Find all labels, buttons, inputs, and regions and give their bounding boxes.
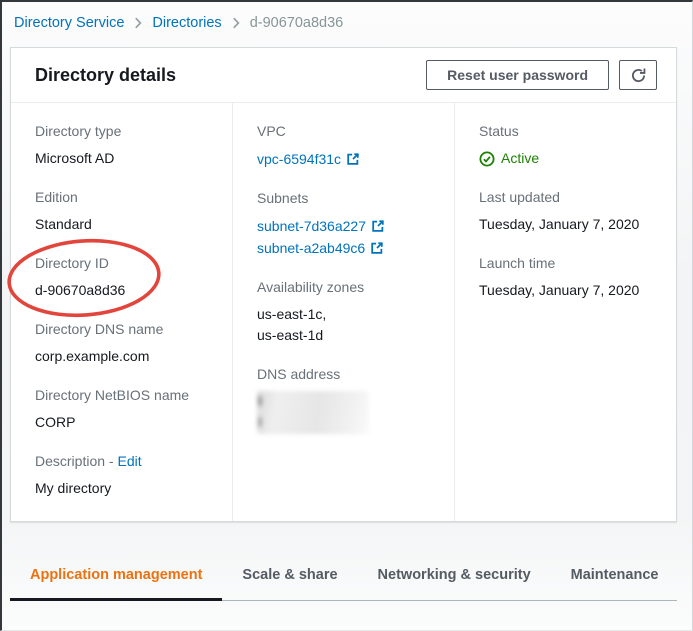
- directory-service-page: Directory Service Directories d-90670a8d…: [0, 0, 693, 631]
- status-badge: Active: [501, 148, 539, 169]
- reset-user-password-button[interactable]: Reset user password: [426, 60, 609, 90]
- field-label: Edition: [35, 189, 214, 206]
- field-value: corp.example.com: [35, 346, 214, 367]
- details-columns: Directory type Microsoft AD Edition Stan…: [11, 103, 676, 521]
- field-directory-netbios-name: Directory NetBIOS name CORP: [35, 387, 214, 433]
- field-label: Availability zones: [257, 279, 436, 296]
- availability-zone: us-east-1c,: [257, 304, 436, 325]
- tab-networking-and-security[interactable]: Networking & security: [358, 552, 551, 601]
- field-directory-dns-name: Directory DNS name corp.example.com: [35, 321, 214, 367]
- field-label: Status: [479, 123, 658, 140]
- card-header: Directory details Reset user password: [11, 48, 676, 103]
- field-value: Standard: [35, 214, 214, 235]
- field-label: Directory NetBIOS name: [35, 387, 214, 404]
- chevron-right-icon: [232, 17, 240, 29]
- field-label: Subnets: [257, 190, 436, 207]
- subnet-link[interactable]: subnet-7d36a227: [257, 215, 366, 237]
- refresh-button[interactable]: [619, 60, 657, 90]
- tab-application-management[interactable]: Application management: [10, 552, 222, 601]
- directory-id-value: d-90670a8d36: [35, 280, 214, 301]
- field-value: Microsoft AD: [35, 148, 214, 169]
- external-link-icon: [371, 219, 385, 233]
- page-title: Directory details: [35, 65, 176, 86]
- tab-scale-and-share[interactable]: Scale & share: [222, 552, 357, 601]
- description-separator: -: [109, 453, 114, 469]
- field-label: Launch time: [479, 255, 658, 272]
- field-description: Description - Edit My directory: [35, 453, 214, 499]
- breadcrumb: Directory Service Directories d-90670a8d…: [2, 2, 692, 42]
- edit-description-link[interactable]: Edit: [117, 453, 141, 469]
- tab-maintenance[interactable]: Maintenance: [551, 552, 679, 601]
- header-actions: Reset user password: [426, 60, 657, 90]
- column-status: Status Active Last updated Tuesday, Ja: [455, 103, 676, 521]
- field-label: Directory type: [35, 123, 214, 140]
- field-status: Status Active: [479, 123, 658, 169]
- field-edition: Edition Standard: [35, 189, 214, 235]
- availability-zone: us-east-1d: [257, 325, 436, 346]
- description-label: Description: [35, 453, 105, 469]
- field-value: Tuesday, January 7, 2020: [479, 214, 658, 235]
- field-label: VPC: [257, 123, 436, 140]
- refresh-icon: [630, 67, 647, 84]
- breadcrumb-current-directory-id: d-90670a8d36: [250, 15, 344, 31]
- field-label: Description - Edit: [35, 453, 214, 470]
- field-directory-id: Directory ID d-90670a8d36: [35, 255, 214, 301]
- field-launch-time: Launch time Tuesday, January 7, 2020: [479, 255, 658, 301]
- column-general: Directory type Microsoft AD Edition Stan…: [11, 103, 233, 521]
- field-vpc: VPC vpc-6594f31c: [257, 123, 436, 170]
- breadcrumb-link-directories[interactable]: Directories: [152, 15, 221, 31]
- tab-bar: Application management Scale & share Net…: [10, 552, 677, 601]
- field-dns-address: DNS address: [257, 366, 436, 434]
- field-last-updated: Last updated Tuesday, January 7, 2020: [479, 189, 658, 235]
- field-label: Directory DNS name: [35, 321, 214, 338]
- field-directory-type: Directory type Microsoft AD: [35, 123, 214, 169]
- field-value: Tuesday, January 7, 2020: [479, 280, 658, 301]
- field-label: DNS address: [257, 366, 436, 383]
- external-link-icon: [346, 152, 360, 166]
- field-label: Last updated: [479, 189, 658, 206]
- field-availability-zones: Availability zones us-east-1c, us-east-1…: [257, 279, 436, 346]
- check-circle-icon: [479, 151, 495, 167]
- breadcrumb-link-directory-service[interactable]: Directory Service: [14, 15, 124, 31]
- directory-details-card: Directory details Reset user password: [10, 47, 677, 522]
- vpc-link[interactable]: vpc-6594f31c: [257, 148, 341, 170]
- column-network: VPC vpc-6594f31c Subnets: [233, 103, 455, 521]
- field-value: My directory: [35, 478, 214, 499]
- field-value: CORP: [35, 412, 214, 433]
- external-link-icon: [370, 241, 384, 255]
- dns-address-redacted: [257, 391, 369, 434]
- field-subnets: Subnets subnet-7d36a227 subnet-a2ab4: [257, 190, 436, 259]
- red-circle-annotation: [4, 236, 164, 320]
- chevron-right-icon: [134, 17, 142, 29]
- subnet-link[interactable]: subnet-a2ab49c6: [257, 237, 365, 259]
- field-label: Directory ID: [35, 255, 214, 272]
